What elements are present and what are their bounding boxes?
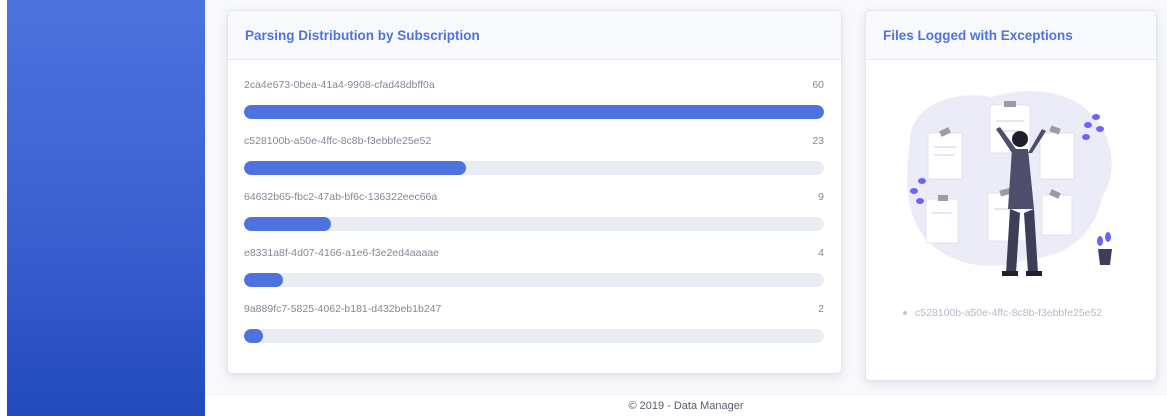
progress-bar [244,273,283,287]
progress-track [244,217,824,231]
distribution-item: 64632b65-fbc2-47ab-bf6c-136322eec66a 9 [244,190,824,246]
subscription-id: e8331a8f-4d07-4166-a1e6-f3e2ed4aaaae [244,247,440,259]
parsing-distribution-card: Parsing Distribution by Subscription 2ca… [227,10,842,374]
distribution-item: e8331a8f-4d07-4166-a1e6-f3e2ed4aaaae 4 [244,246,824,302]
parse-count: 2 [818,303,824,315]
exception-file-item: c528100b-a50e-4ffc-8c8b-f3ebbfe25e52 [903,307,1102,319]
subscription-id: 64632b65-fbc2-47ab-bf6c-136322eec66a [244,191,438,203]
footer: © 2019 - Data Manager [205,396,1167,416]
progress-bar [244,329,264,343]
progress-track [244,105,824,119]
progress-bar [244,105,824,119]
sidebar [7,0,205,416]
parse-count: 60 [812,79,824,91]
distribution-item: 9a889fc7-5825-4062-b181-d432beb1b247 2 [244,302,824,358]
parse-count: 4 [818,247,824,259]
progress-track [244,273,824,287]
card-title: Parsing Distribution by Subscription [228,11,841,60]
progress-track [244,161,824,175]
person-reviewing-documents-illustration [907,91,1112,276]
distribution-list: 2ca4e673-0bea-41a4-9908-cfad48dbff0a 60 … [228,60,841,358]
progress-track [244,329,824,343]
subscription-id: 2ca4e673-0bea-41a4-9908-cfad48dbff0a [244,79,435,91]
parse-count: 23 [812,135,824,147]
parse-count: 9 [818,191,824,203]
subscription-id: c528100b-a50e-4ffc-8c8b-f3ebbfe25e52 [244,135,432,147]
subscription-id: 9a889fc7-5825-4062-b181-d432beb1b247 [244,303,442,315]
exceptions-card: Files Logged with Exceptions c528100b-a5… [865,10,1157,381]
progress-bar [244,161,467,175]
card-title: Files Logged with Exceptions [866,11,1156,60]
progress-bar [244,217,331,231]
distribution-item: c528100b-a50e-4ffc-8c8b-f3ebbfe25e52 23 [244,134,824,190]
distribution-item: 2ca4e673-0bea-41a4-9908-cfad48dbff0a 60 [244,78,824,134]
exception-file-list: c528100b-a50e-4ffc-8c8b-f3ebbfe25e52 [903,307,1102,319]
